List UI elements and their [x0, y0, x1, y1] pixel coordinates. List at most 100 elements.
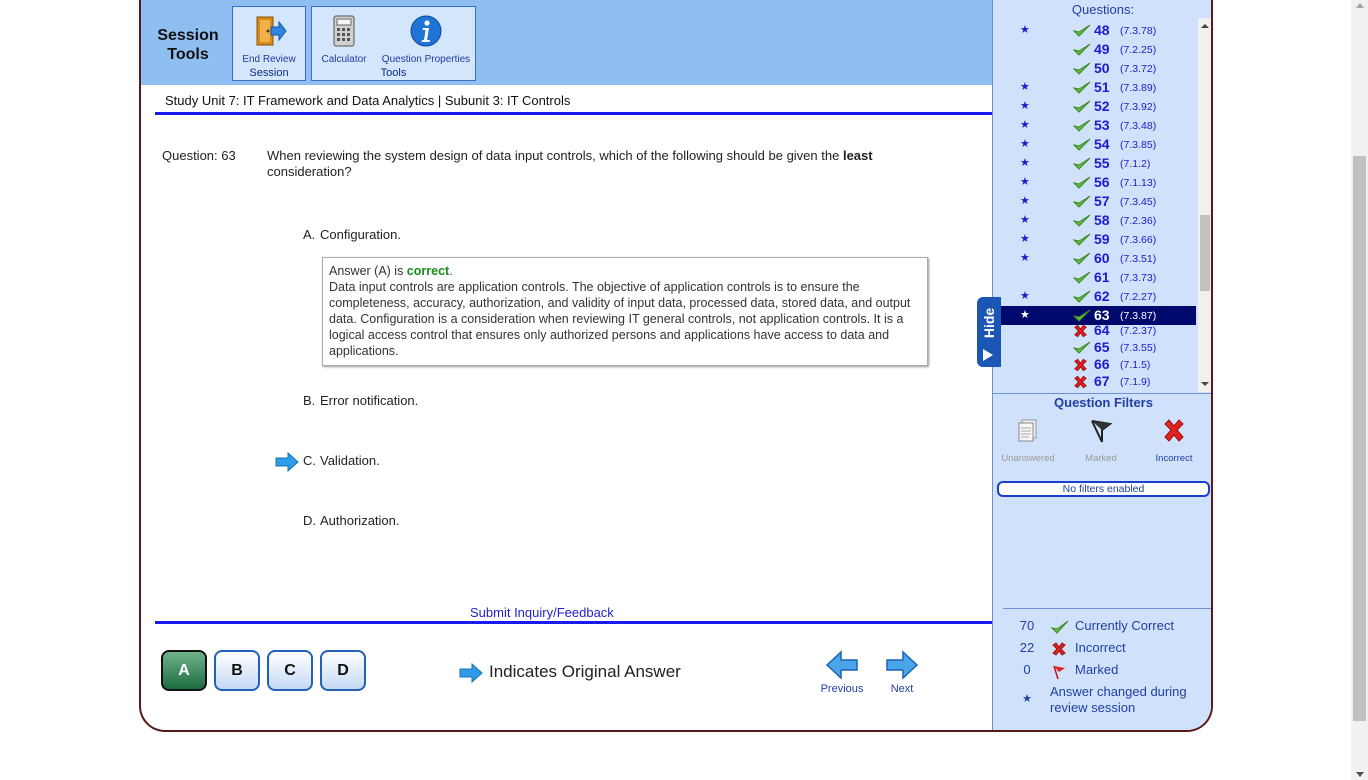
- question-row-number: 57: [1094, 193, 1110, 209]
- summary-marked: 0 Marked: [993, 662, 1211, 682]
- question-row[interactable]: ★ 51 (7.3.89): [993, 78, 1196, 97]
- calculator-label: Calculator: [321, 54, 367, 65]
- question-list-scrollbar[interactable]: [1198, 18, 1211, 392]
- answer-a-button[interactable]: A: [161, 650, 207, 691]
- question-row-number: 66: [1094, 356, 1110, 372]
- session-tools-title: Session Tools: [157, 27, 219, 63]
- question-row[interactable]: ★ 62 (7.2.27): [993, 287, 1196, 306]
- hide-panel-tab[interactable]: Hide: [977, 297, 1001, 367]
- scroll-thumb[interactable]: [1200, 215, 1210, 291]
- star-icon: ★: [1020, 309, 1030, 321]
- question-row-number: 51: [1094, 79, 1110, 95]
- end-review-label: End Review: [242, 54, 296, 65]
- question-row-ref: (7.2.36): [1120, 215, 1157, 227]
- filter-marked-button[interactable]: Marked: [1066, 416, 1136, 464]
- question-row[interactable]: ★ 58 (7.2.36): [993, 211, 1196, 230]
- answer-c-button[interactable]: C: [267, 650, 313, 691]
- previous-button[interactable]: Previous: [820, 650, 864, 695]
- question-row-ref: (7.3.55): [1120, 342, 1157, 354]
- choice-c[interactable]: C. Validation.: [303, 453, 380, 468]
- check-icon: [1051, 620, 1069, 634]
- question-row-ref: (7.1.9): [1120, 376, 1151, 388]
- original-answer-legend: Indicates Original Answer: [459, 662, 681, 683]
- answer-b-button[interactable]: B: [214, 650, 260, 691]
- question-row-number: 68: [1094, 389, 1110, 392]
- filter-status: No filters enabled: [997, 481, 1210, 497]
- question-filters-title: Question Filters: [1054, 395, 1153, 410]
- question-row[interactable]: ★ 59 (7.3.66): [993, 230, 1196, 249]
- explanation-body: Data input controls are application cont…: [329, 280, 911, 358]
- question-row[interactable]: 61 (7.3.73): [993, 268, 1196, 287]
- original-answer-arrow-icon: [275, 452, 299, 472]
- question-row-ref: (7.3.85): [1120, 139, 1157, 151]
- filter-incorrect-button[interactable]: Incorrect: [1139, 416, 1209, 464]
- info-icon: [410, 15, 442, 47]
- question-row-ref: (7.2.37): [1120, 325, 1157, 337]
- calculator-button[interactable]: Calculator: [316, 9, 372, 65]
- question-row[interactable]: ★ 56 (7.1.13): [993, 173, 1196, 192]
- question-row-ref: (7.3.45): [1120, 196, 1157, 208]
- question-row-number: 60: [1094, 250, 1110, 266]
- star-icon: ★: [1020, 195, 1030, 207]
- question-row[interactable]: ★ 52 (7.3.92): [993, 97, 1196, 116]
- submit-feedback-link[interactable]: Submit Inquiry/Feedback: [470, 605, 614, 620]
- calculator-icon: [333, 15, 355, 47]
- question-number: Question: 63: [162, 148, 236, 163]
- exit-door-icon: [256, 16, 287, 46]
- scroll-up-icon[interactable]: [1356, 3, 1364, 8]
- play-triangle-icon: [983, 349, 993, 361]
- scroll-thumb[interactable]: [1353, 156, 1366, 721]
- question-row[interactable]: ★ 57 (7.3.45): [993, 192, 1196, 211]
- question-row-number: 64: [1094, 322, 1110, 338]
- star-icon: ★: [1020, 157, 1030, 169]
- arrow-left-icon: [825, 650, 858, 680]
- question-row-number: 65: [1094, 339, 1110, 355]
- question-list[interactable]: ★ 48 (7.3.78) 49 (7.2.25) 50 (7.3.72) ★ 51 (7.3.8…: [993, 18, 1198, 392]
- end-review-button[interactable]: End Review: [233, 9, 305, 65]
- check-icon: [1072, 157, 1091, 173]
- question-row-ref: (7.3.78): [1120, 25, 1157, 37]
- question-row[interactable]: ★ 53 (7.3.48): [993, 116, 1196, 135]
- original-answer-arrow-icon: [459, 662, 483, 683]
- scroll-down-icon[interactable]: [1201, 382, 1209, 386]
- divider: [155, 621, 992, 624]
- summary-star-legend: ★ Answer changed during review session: [993, 684, 1211, 718]
- summary-incorrect: 22 Incorrect: [1019, 640, 1126, 656]
- question-row[interactable]: ★ 54 (7.3.85): [993, 135, 1196, 154]
- tools-group: Calculator Question Properties Tools: [311, 6, 476, 81]
- question-row-number: 56: [1094, 174, 1110, 190]
- question-row[interactable]: 50 (7.3.72): [993, 59, 1196, 78]
- question-row-number: 50: [1094, 60, 1110, 76]
- choice-b[interactable]: B. Error notification.: [303, 393, 418, 408]
- question-row[interactable]: ★ 60 (7.3.51): [993, 249, 1196, 268]
- page-scrollbar[interactable]: [1351, 0, 1368, 780]
- question-row-ref: (7.3.66): [1120, 234, 1157, 246]
- question-row-ref: (7.1.2): [1120, 158, 1151, 170]
- star-icon: ★: [1020, 252, 1030, 264]
- review-window: Session Tools End Review Session Calcula…: [139, 0, 1213, 732]
- next-button[interactable]: Next: [880, 650, 924, 695]
- question-properties-button[interactable]: Question Properties: [376, 9, 476, 65]
- filter-unanswered-button[interactable]: Unanswered: [993, 416, 1063, 464]
- scroll-up-icon[interactable]: [1201, 24, 1209, 28]
- answer-d-button[interactable]: D: [320, 650, 366, 691]
- check-icon: [1072, 290, 1091, 306]
- question-row-ref: (7.1.13): [1120, 177, 1157, 189]
- question-row-ref: (7.2.27): [1120, 291, 1157, 303]
- question-row-ref: (7.3.72): [1120, 63, 1157, 75]
- question-row[interactable]: 49 (7.2.25): [993, 40, 1196, 59]
- question-row[interactable]: ★ 55 (7.1.2): [993, 154, 1196, 173]
- tools-group-label: Tools: [380, 67, 407, 79]
- scroll-down-icon[interactable]: [1356, 772, 1364, 777]
- question-row[interactable]: ★ 48 (7.3.78): [993, 21, 1196, 40]
- choice-a[interactable]: A. Configuration.: [303, 227, 401, 242]
- question-row[interactable]: 68(7.1.11): [993, 388, 1196, 392]
- question-row-number: 59: [1094, 231, 1110, 247]
- flag-icon: [1053, 665, 1065, 680]
- x-icon: [1164, 419, 1184, 442]
- question-row-ref: (7.1.5): [1120, 359, 1151, 371]
- question-row-ref: (7.3.89): [1120, 82, 1157, 94]
- check-icon: [1072, 233, 1091, 249]
- choice-d[interactable]: D. Authorization.: [303, 513, 400, 528]
- question-stem: When reviewing the system design of data…: [267, 148, 873, 179]
